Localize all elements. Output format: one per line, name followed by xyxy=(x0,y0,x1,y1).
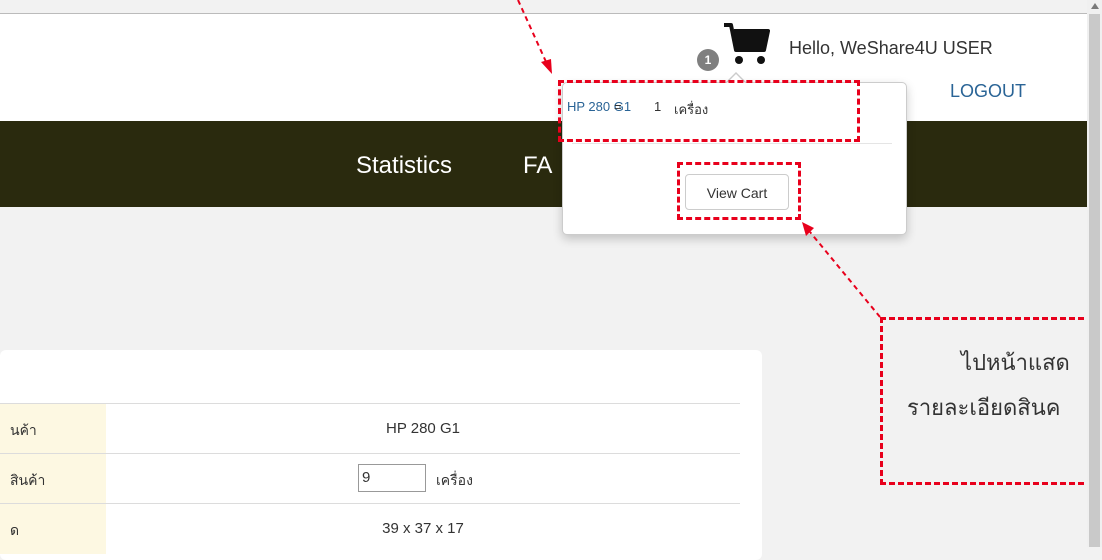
scroll-up-arrow-icon[interactable] xyxy=(1091,3,1099,9)
arrow-head-callout xyxy=(802,222,814,236)
arrow-line-top xyxy=(517,0,548,65)
arrow-head-top xyxy=(541,59,552,74)
scrollbar-thumb[interactable] xyxy=(1089,14,1100,547)
annotation-arrows xyxy=(517,0,881,318)
arrow-line-callout xyxy=(809,231,881,318)
